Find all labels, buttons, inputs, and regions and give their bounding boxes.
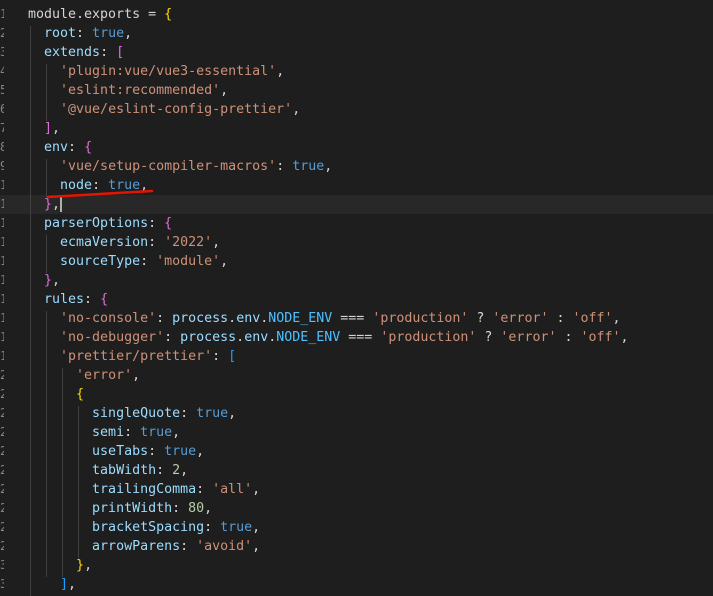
- underline-stroke: [46, 189, 154, 199]
- red-underline-annotation: [46, 189, 154, 199]
- code-editor[interactable]: 1 module.exports = {2 root: true, 3 extend…: [0, 0, 713, 596]
